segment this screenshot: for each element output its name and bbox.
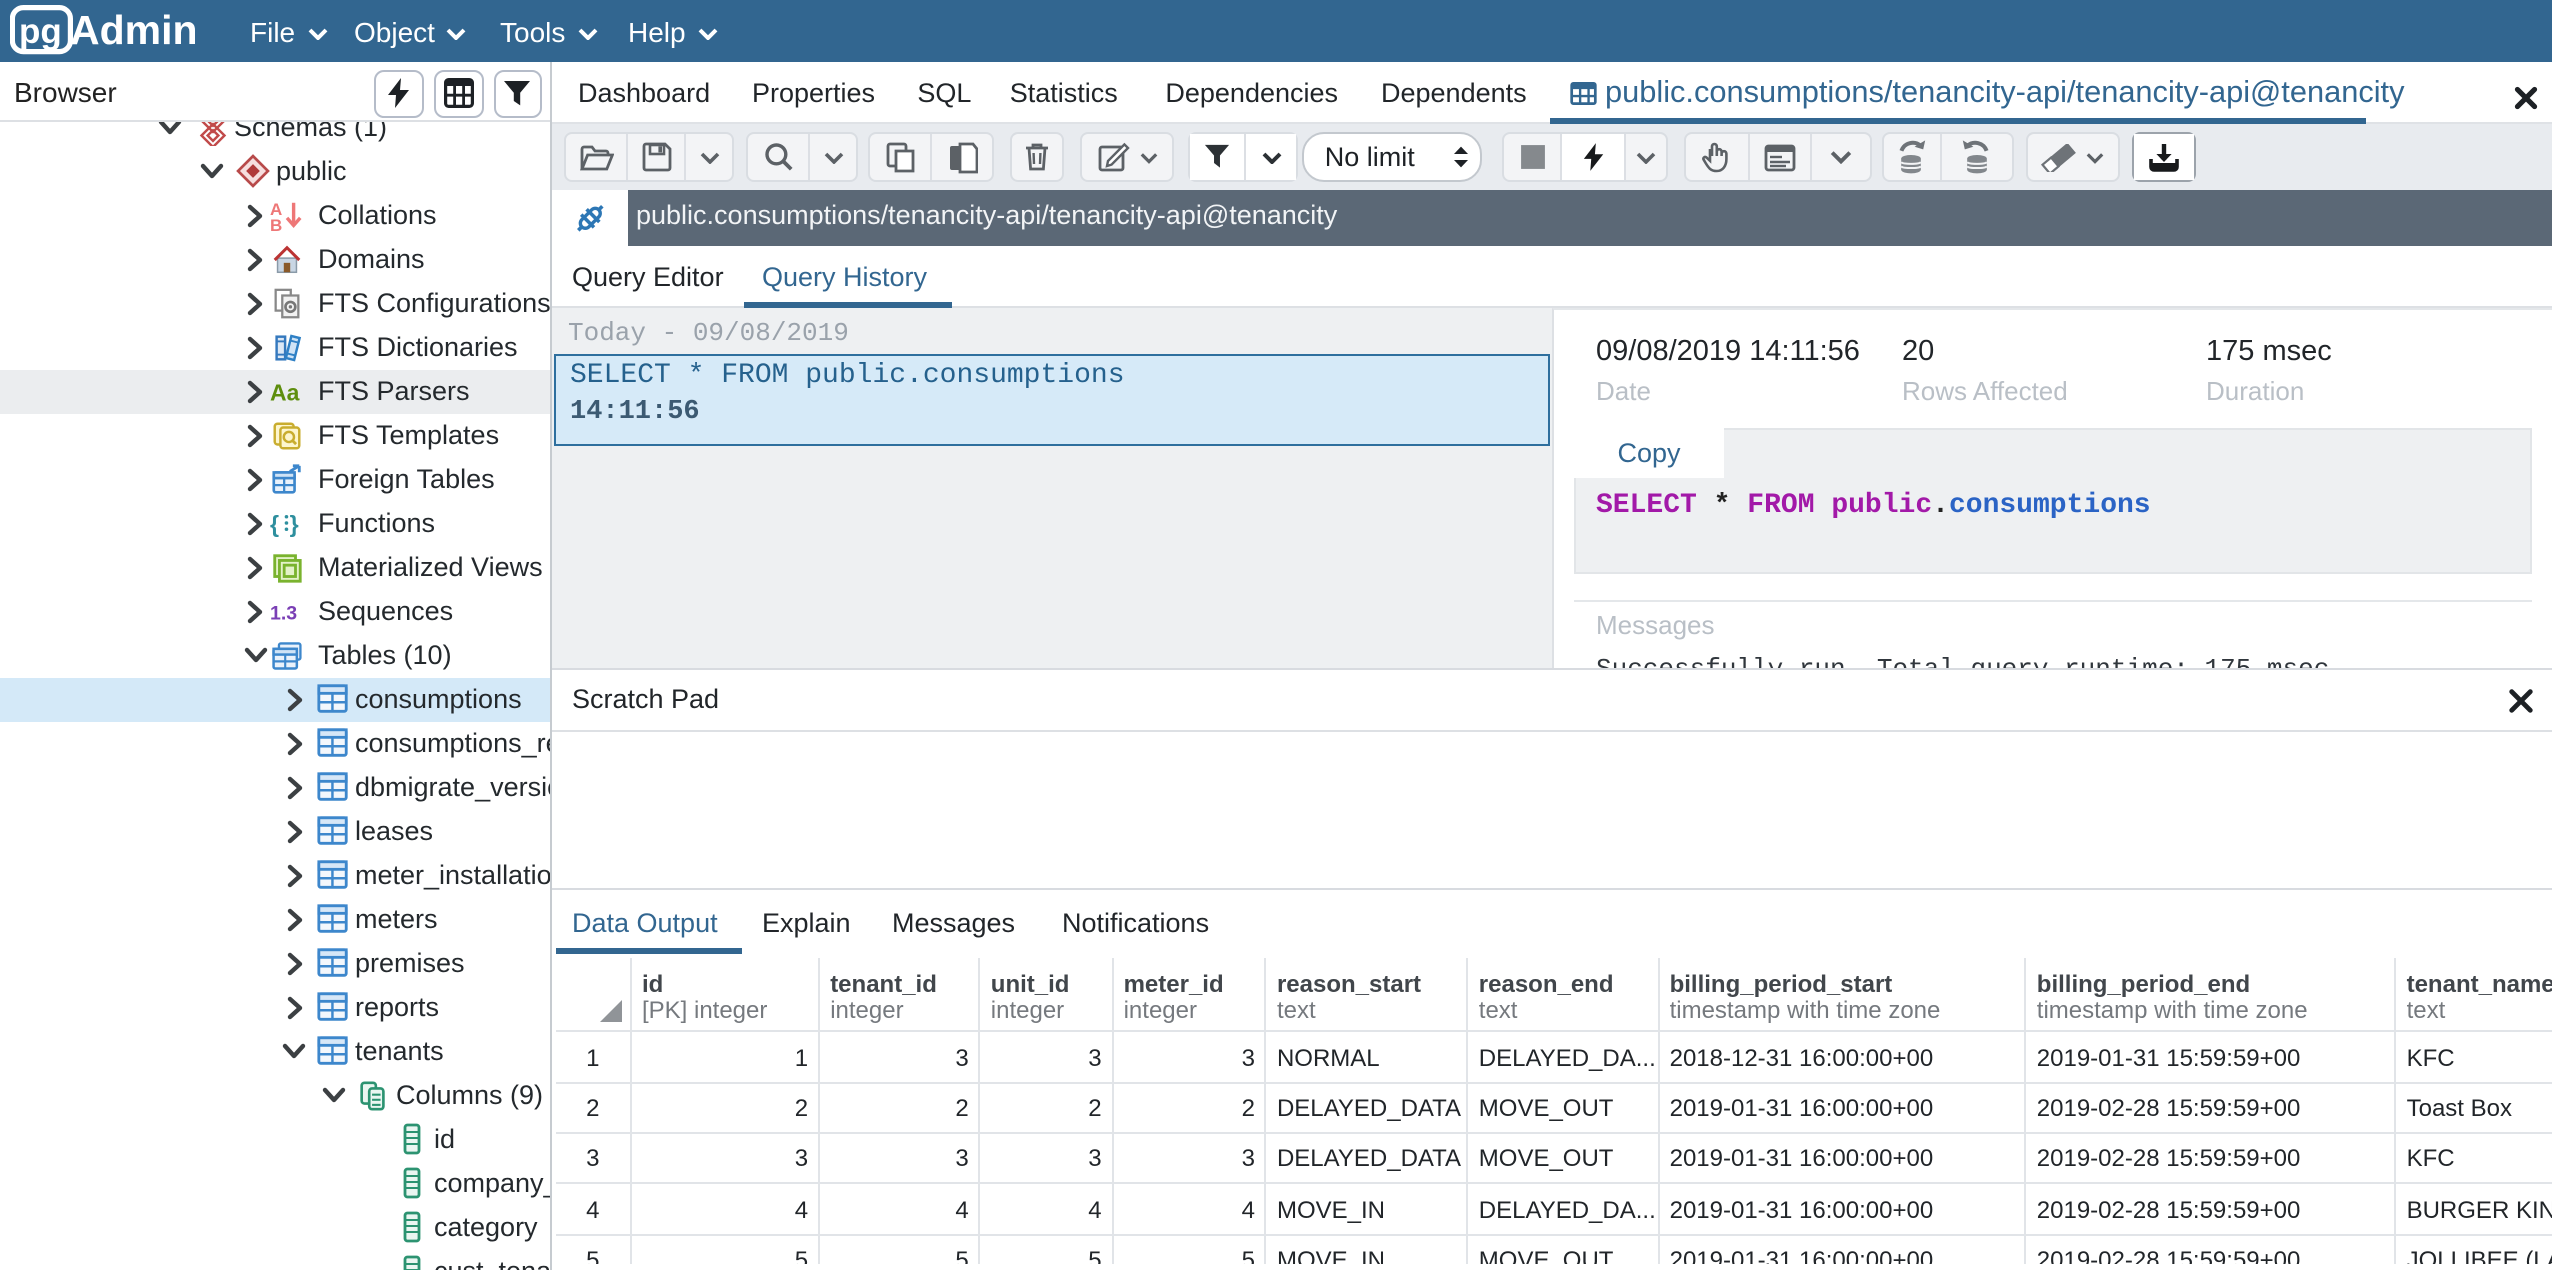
- svg-text:pg: pg: [19, 11, 62, 50]
- svg-text:B: B: [270, 215, 282, 233]
- svg-text:{: {: [270, 511, 279, 537]
- svg-text:Aa: Aa: [270, 379, 300, 405]
- svg-text:Admin: Admin: [70, 6, 198, 52]
- svg-text:}: }: [290, 511, 299, 537]
- svg-text:1.3: 1.3: [270, 602, 297, 624]
